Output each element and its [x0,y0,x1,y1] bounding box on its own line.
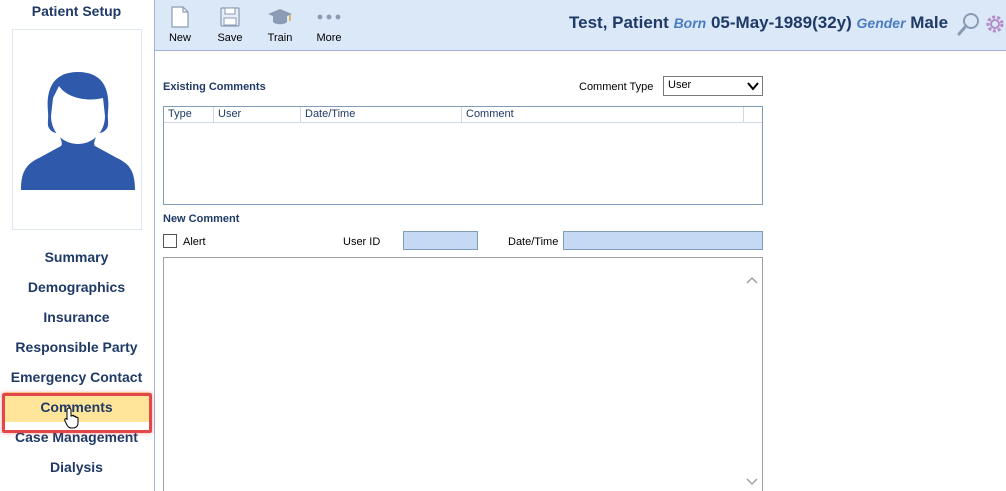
comment-type-value: User [668,79,692,91]
scroll-up-arrow-icon[interactable] [746,276,758,284]
more-dots-icon [317,14,341,20]
train-button[interactable]: Train [263,5,297,44]
new-document-icon [171,6,189,28]
column-header-user[interactable]: User [214,107,301,122]
user-id-field[interactable] [403,231,478,250]
datetime-field[interactable] [563,231,763,250]
graduation-cap-icon [268,9,292,25]
scroll-down-arrow-icon[interactable] [746,478,758,486]
save-label: Save [217,32,243,44]
column-header-comment[interactable]: Comment [462,107,744,122]
patient-header: Test, Patient Born 05-May-1989(32y) Gend… [569,13,948,33]
table-header: Type User Date/Time Comment [164,107,762,123]
sidebar-item-responsible-party[interactable]: Responsible Party [0,332,153,362]
user-id-label: User ID [343,236,381,248]
chevron-down-icon [747,82,759,91]
train-label: Train [267,32,293,44]
search-icon[interactable] [957,12,981,36]
column-header-type[interactable]: Type [164,107,214,122]
alert-checkbox[interactable] [163,234,177,248]
comments-panel: Existing Comments Comment Type User Type… [155,52,1006,491]
born-label: Born [673,15,707,31]
sidebar-item-insurance[interactable]: Insurance [0,302,153,332]
column-header-datetime[interactable]: Date/Time [301,107,462,122]
sidebar-title: Patient Setup [31,3,122,19]
toolbar: New Save Train More Test, Patient Born 0… [155,0,1006,51]
new-button[interactable]: New [167,5,193,44]
comment-textarea[interactable] [163,257,763,491]
save-button[interactable]: Save [213,5,247,44]
datetime-label: Date/Time [508,236,559,248]
more-label: More [316,32,342,44]
gear-icon[interactable] [983,12,1005,36]
comment-type-label: Comment Type [579,81,654,93]
avatar-placeholder-icon [21,72,135,190]
patient-dob: 05-May-1989(32y) [710,13,852,32]
patient-name: Test, Patient [569,13,669,32]
sidebar-item-summary[interactable]: Summary [0,242,153,272]
hand-cursor-icon [64,407,79,429]
existing-comments-label: Existing Comments [163,81,266,93]
existing-comments-table[interactable]: Type User Date/Time Comment [163,106,763,205]
sidebar-item-emergency-contact[interactable]: Emergency Contact [0,362,153,392]
comment-type-select[interactable]: User [663,76,763,96]
sidebar-nav: Summary Demographics Insurance Responsib… [0,242,153,482]
sidebar-item-demographics[interactable]: Demographics [0,272,153,302]
patient-photo[interactable] [12,29,142,230]
save-disk-icon [220,7,240,27]
alert-label: Alert [183,236,206,248]
sidebar-item-dialysis[interactable]: Dialysis [0,452,153,482]
more-button[interactable]: More [312,5,346,44]
patient-gender: Male [910,13,949,32]
new-comment-label: New Comment [163,213,240,225]
gender-label: Gender [856,15,906,31]
new-label: New [168,32,191,44]
